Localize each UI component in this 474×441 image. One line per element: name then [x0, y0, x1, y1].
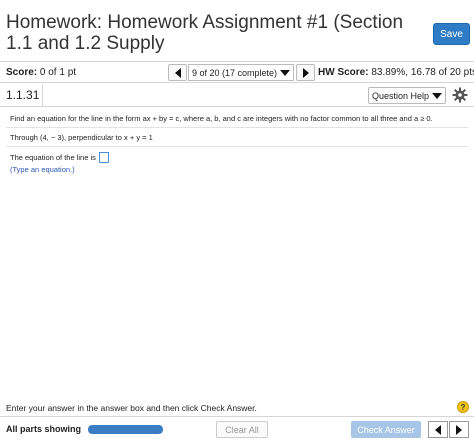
question-selector-value: 9 of 20 (17 complete): [191, 67, 278, 78]
question-content: Find an equation for the line in the for…: [0, 108, 474, 400]
question-circle-icon[interactable]: ?: [457, 401, 469, 413]
triangle-right-icon: [456, 424, 462, 435]
gear-icon[interactable]: [452, 87, 468, 103]
question-prompt: Find an equation for the line in the for…: [10, 114, 433, 123]
progress-bar: [88, 425, 163, 434]
page-title: Homework: Homework Assignment #1 (Sectio…: [6, 12, 404, 54]
hw-score-label: HW Score:: [318, 67, 369, 78]
answer-input[interactable]: [98, 152, 109, 163]
question-help-label: Question Help: [371, 90, 430, 101]
progress-fill: [88, 425, 163, 434]
question-help-button[interactable]: Question Help: [368, 87, 446, 104]
footer-bar: All parts showing Clear All Check Answer: [0, 416, 474, 441]
triangle-right-icon: [302, 67, 309, 78]
question-condition: Through (4, − 3), perpendicular to x + y…: [10, 133, 153, 142]
next-question-button[interactable]: [296, 64, 315, 81]
divider: [42, 84, 43, 107]
triangle-left-icon: [174, 67, 181, 78]
clear-all-button[interactable]: Clear All: [216, 421, 268, 438]
divider: [6, 127, 468, 128]
footer-next-button[interactable]: [449, 421, 469, 438]
parts-label: All parts showing: [6, 424, 82, 434]
question-bar: 1.1.31 Question Help: [0, 84, 474, 107]
equation-line: The equation of the line is: [10, 152, 109, 163]
footer-previous-button[interactable]: [428, 421, 448, 438]
hw-score-value: 83.89%, 16.78 of 20 pts: [371, 67, 474, 78]
score-label: Score:: [6, 67, 38, 78]
answer-hint: (Type an equation.): [10, 165, 75, 174]
score-bar: Score: 0 of 1 pt 9 of 20 (17 complete) H…: [0, 61, 474, 83]
previous-question-button[interactable]: [168, 64, 187, 81]
divider: [6, 146, 468, 147]
save-button[interactable]: Save: [433, 23, 470, 45]
equation-label: The equation of the line is: [10, 153, 96, 162]
score-display: Score: 0 of 1 pt: [6, 67, 76, 78]
chevron-down-icon: [432, 92, 443, 99]
question-selector[interactable]: 9 of 20 (17 complete): [188, 64, 294, 81]
check-answer-button[interactable]: Check Answer: [351, 421, 421, 438]
triangle-left-icon: [435, 424, 441, 435]
instruction-text: Enter your answer in the answer box and …: [6, 403, 257, 413]
chevron-down-icon: [280, 69, 291, 76]
title-bar: Homework: Homework Assignment #1 (Sectio…: [0, 0, 474, 60]
hw-score-display: HW Score: 83.89%, 16.78 of 20 pts: [318, 67, 474, 78]
question-number: 1.1.31: [6, 88, 40, 102]
score-value: 0 of 1 pt: [39, 67, 77, 78]
